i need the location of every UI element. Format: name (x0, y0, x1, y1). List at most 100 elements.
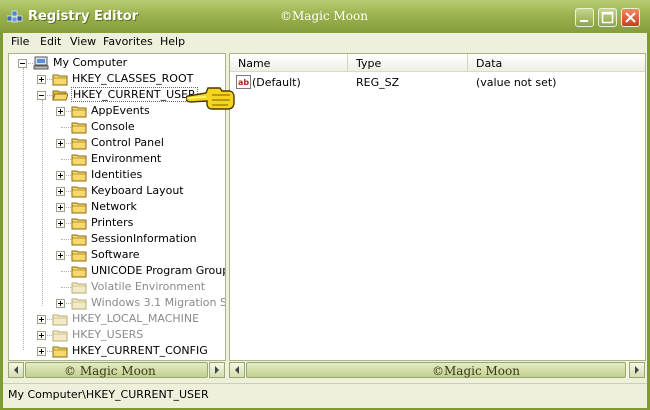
scroll-thumb[interactable]: © Magic Moon (25, 362, 208, 378)
scroll-left-button[interactable] (8, 362, 24, 378)
tree-node-label: HKEY_USERS (72, 328, 144, 341)
column-header-name[interactable]: Name (230, 54, 348, 72)
title-bar[interactable]: Registry Editor ©Magic Moon (0, 0, 650, 33)
folder-icon (71, 234, 87, 246)
tree-node-label: Control Panel (91, 136, 164, 149)
expand-icon[interactable] (56, 203, 65, 212)
expand-icon[interactable] (56, 219, 65, 228)
scroll-left-button[interactable] (229, 362, 245, 378)
tree-node-windows-3-1-migration-stat[interactable]: Windows 3.1 Migration Stat (9, 295, 225, 311)
collapse-icon[interactable] (18, 59, 27, 68)
tree-node-label: UNICODE Program Groups (91, 264, 226, 277)
tree-node-hkey-users[interactable]: HKEY_USERS (9, 327, 225, 343)
tree-node-my-computer[interactable]: My Computer (9, 55, 225, 71)
folder-icon (71, 282, 87, 294)
expand-icon[interactable] (56, 139, 65, 148)
tree-node-label: HKEY_CURRENT_USER (71, 87, 198, 102)
collapse-icon[interactable] (37, 91, 46, 100)
tree-node-console[interactable]: Console (9, 119, 225, 135)
folder-icon (71, 138, 87, 150)
column-header-data[interactable]: Data (468, 54, 645, 72)
folder-icon (71, 250, 87, 262)
folder-icon (71, 106, 87, 118)
expand-icon[interactable] (56, 187, 65, 196)
expand-icon[interactable] (37, 347, 46, 356)
value-type: REG_SZ (356, 76, 400, 89)
close-button[interactable] (621, 8, 640, 27)
scroll-right-button[interactable] (209, 362, 225, 378)
tree-node-label: HKEY_CLASSES_ROOT (72, 72, 194, 85)
folder-open-icon (52, 90, 68, 101)
folder-icon (52, 330, 68, 342)
folder-icon (71, 122, 87, 134)
tree-node-volatile-environment[interactable]: Volatile Environment (9, 279, 225, 295)
list-item[interactable]: ab (Default) REG_SZ (value not set) (230, 75, 645, 92)
folder-icon (52, 74, 68, 86)
tree-node-keyboard-layout[interactable]: Keyboard Layout (9, 183, 225, 199)
arrow-right-icon (635, 366, 639, 374)
tree-node-label: HKEY_LOCAL_MACHINE (72, 312, 200, 325)
arrow-right-icon (215, 366, 219, 374)
tree-node-hkey-current-config[interactable]: HKEY_CURRENT_CONFIG (9, 343, 225, 359)
expand-icon[interactable] (56, 107, 65, 116)
column-header-type[interactable]: Type (348, 54, 468, 72)
menu-favorites[interactable]: Favorites (103, 35, 153, 48)
svg-text:ab: ab (238, 78, 249, 87)
expand-icon[interactable] (37, 315, 46, 324)
menu-file[interactable]: File (11, 35, 29, 48)
expand-icon[interactable] (37, 331, 46, 340)
values-list[interactable]: Name Type Data ab (Default) REG_SZ (valu… (229, 53, 646, 361)
tree-node-environment[interactable]: Environment (9, 151, 225, 167)
pointing-hand-icon (186, 87, 235, 110)
list-scroll-watermark: ©Magic Moon (432, 364, 520, 378)
list-horizontal-scrollbar[interactable]: ©Magic Moon (229, 362, 646, 378)
computer-icon (33, 56, 49, 70)
tree-node-label: Windows 3.1 Migration Stat (91, 296, 225, 309)
folder-icon (71, 218, 87, 230)
tree-node-network[interactable]: Network (9, 199, 225, 215)
folder-icon (52, 314, 68, 326)
expand-icon[interactable] (56, 251, 65, 260)
tree-scroll-watermark: © Magic Moon (64, 364, 156, 378)
menu-help[interactable]: Help (160, 35, 185, 48)
folder-icon (71, 202, 87, 214)
folder-icon (52, 346, 68, 358)
tree-node-label: AppEvents (91, 104, 150, 117)
status-bar: My Computer\HKEY_CURRENT_USER (3, 383, 647, 408)
maximize-button[interactable] (598, 8, 617, 27)
menu-view[interactable]: View (70, 35, 96, 48)
tree-horizontal-scrollbar[interactable]: © Magic Moon (8, 362, 226, 378)
tree-connector (61, 159, 71, 160)
tree-node-label: SessionInformation (91, 232, 197, 245)
tree-node-label: Keyboard Layout (91, 184, 184, 197)
menu-edit[interactable]: Edit (40, 35, 61, 48)
tree-node-hkey-local-machine[interactable]: HKEY_LOCAL_MACHINE (9, 311, 225, 327)
string-value-icon: ab (236, 75, 251, 89)
tree-node-unicode-program-groups[interactable]: UNICODE Program Groups (9, 263, 225, 279)
registry-editor-app-icon (7, 10, 23, 23)
scroll-thumb[interactable]: ©Magic Moon (246, 362, 626, 378)
close-icon (625, 12, 636, 23)
tree-node-label: Environment (91, 152, 162, 165)
folder-icon (71, 266, 87, 278)
folder-icon (71, 154, 87, 166)
tree-node-identities[interactable]: Identities (9, 167, 225, 183)
minimize-icon (580, 20, 588, 22)
tree-node-label: Network (91, 200, 137, 213)
tree-node-label: Software (91, 248, 140, 261)
tree-connector (61, 271, 71, 272)
folder-icon (71, 298, 87, 310)
tree-node-label: HKEY_CURRENT_CONFIG (72, 344, 208, 357)
tree-node-printers[interactable]: Printers (9, 215, 225, 231)
value-name: (Default) (252, 76, 301, 89)
tree-node-control-panel[interactable]: Control Panel (9, 135, 225, 151)
minimize-button[interactable] (575, 8, 594, 27)
registry-editor-window: Registry Editor ©Magic Moon File Edit Vi… (0, 0, 650, 410)
expand-icon[interactable] (56, 299, 65, 308)
tree-node-sessioninformation[interactable]: SessionInformation (9, 231, 225, 247)
tree-node-software[interactable]: Software (9, 247, 225, 263)
scroll-right-button[interactable] (629, 362, 645, 378)
expand-icon[interactable] (37, 75, 46, 84)
expand-icon[interactable] (56, 171, 65, 180)
maximize-icon (601, 11, 614, 24)
